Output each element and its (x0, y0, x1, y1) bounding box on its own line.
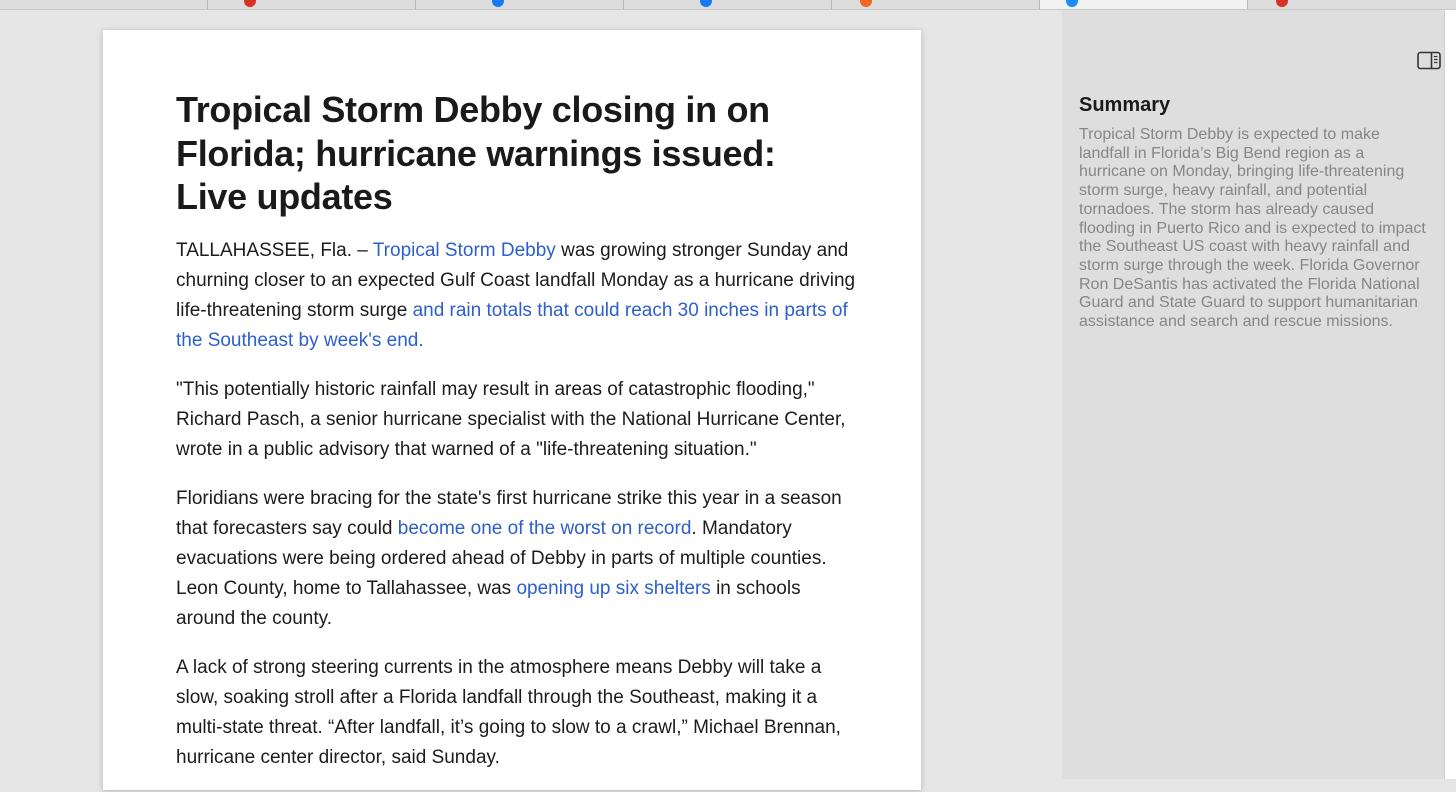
summary-heading: Summary (1079, 94, 1171, 116)
tab-bar (0, 0, 1456, 10)
tab-favicon-icon (1066, 0, 1079, 7)
tab-favicon-icon (244, 0, 257, 7)
article-title: Tropical Storm Debby closing in on Flori… (176, 89, 776, 217)
article-page: Tropical Storm Debby closing in on Flori… (103, 30, 921, 790)
article-paragraph-3: Floridians were bracing for the state's … (176, 488, 842, 629)
tab-favicon-icon (492, 0, 505, 7)
sidebar-toggle-icon (1417, 51, 1441, 70)
article-paragraph-1: TALLAHASSEE, Fla. – Tropical Storm Debby… (176, 240, 856, 351)
window-edge-strip (1444, 10, 1456, 779)
summary-sidebar: Summary Tropical Storm Debby is expected… (1062, 10, 1444, 779)
sidebar-toggle-button[interactable] (1417, 51, 1441, 70)
article-body: TALLAHASSEE, Fla. – Tropical Storm Debby… (176, 236, 856, 792)
article-paragraph-2: "This potentially historic rainfall may … (176, 379, 846, 460)
tab-favicon-icon (700, 0, 713, 7)
article-paragraph-4: A lack of strong steering currents in th… (176, 657, 841, 768)
link-six-shelters[interactable]: opening up six shelters (516, 578, 710, 599)
link-tropical-storm-debby[interactable]: Tropical Storm Debby (373, 240, 556, 261)
link-worst-on-record[interactable]: become one of the worst on record (398, 518, 692, 539)
tab-favicon-icon (1276, 0, 1289, 7)
reader-view: Tropical Storm Debby closing in on Flori… (0, 10, 1062, 790)
tab-favicon-icon (860, 0, 873, 7)
summary-text: Tropical Storm Debby is expected to make… (1079, 126, 1426, 331)
